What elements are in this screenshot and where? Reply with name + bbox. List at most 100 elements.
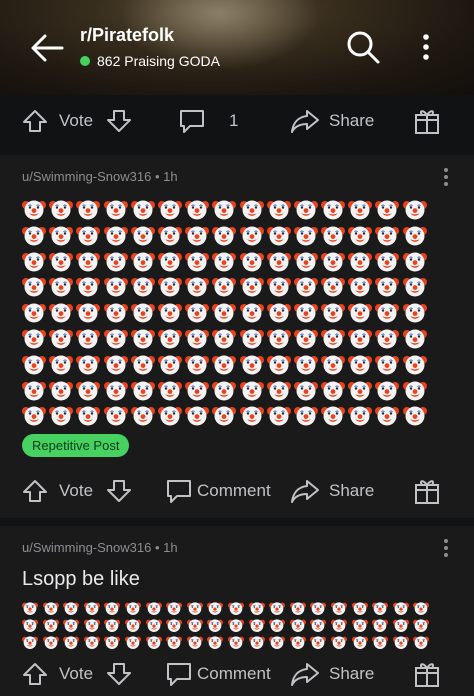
comment-icon — [165, 477, 193, 505]
clown-face-icon — [22, 378, 49, 404]
clown-face-icon — [402, 352, 430, 378]
post-flair[interactable]: Repetitive Post — [22, 434, 130, 457]
post-action-bar: Vote Comment Share — [0, 465, 474, 517]
clown-face-icon — [266, 197, 294, 223]
clown-face-icon — [103, 197, 131, 223]
award-button[interactable] — [414, 465, 440, 517]
clown-face-icon — [351, 617, 373, 634]
downvote-button[interactable] — [106, 465, 132, 517]
search-icon — [344, 28, 382, 66]
downvote-button[interactable] — [106, 95, 132, 147]
clown-face-icon — [266, 326, 294, 352]
share-label: Share — [329, 111, 375, 130]
clown-face-icon — [49, 197, 76, 223]
comment-button[interactable] — [165, 652, 193, 696]
clown-face-icon — [76, 274, 103, 300]
clown-face-icon — [185, 378, 212, 404]
clown-face-icon — [402, 223, 430, 249]
comment-button[interactable] — [165, 465, 193, 517]
clown-face-icon — [289, 617, 311, 634]
clown-face-icon — [63, 617, 84, 634]
clown-face-icon — [22, 352, 49, 378]
clown-face-icon — [22, 249, 49, 275]
upvote-button[interactable] — [22, 465, 48, 517]
share-button[interactable] — [290, 95, 320, 147]
clown-face-icon — [293, 378, 321, 404]
clown-face-icon — [185, 352, 212, 378]
comment-button[interactable] — [178, 95, 206, 147]
clown-face-icon — [185, 300, 212, 326]
clown-face-icon — [76, 249, 103, 275]
clown-face-icon — [266, 249, 294, 275]
clown-face-icon — [351, 600, 373, 617]
clown-face-icon — [293, 352, 321, 378]
award-icon — [414, 107, 440, 135]
clown-face-icon — [166, 634, 187, 651]
upvote-icon — [22, 478, 48, 504]
clown-face-icon — [22, 326, 49, 352]
clown-face-icon — [321, 403, 348, 429]
comment-label: Comment — [197, 664, 271, 683]
back-arrow-icon — [26, 28, 66, 68]
clown-face-icon — [130, 378, 158, 404]
clown-face-icon — [130, 249, 158, 275]
clown-face-icon — [157, 300, 185, 326]
clown-face-icon — [212, 300, 239, 326]
upvote-button[interactable] — [22, 652, 48, 696]
clown-face-icon — [293, 274, 321, 300]
clown-face-icon — [49, 403, 76, 429]
upvote-button[interactable] — [22, 95, 48, 147]
post-meta[interactable]: u/Swimming-Snow316 • 1h — [22, 540, 178, 555]
post-action-bar: Vote Comment Share — [0, 652, 474, 696]
downvote-button[interactable] — [106, 652, 132, 696]
more-options-button[interactable] — [416, 32, 436, 62]
clown-face-icon — [42, 600, 64, 617]
clown-face-icon — [348, 274, 375, 300]
clown-face-icon — [321, 223, 348, 249]
share-label: Share — [329, 481, 375, 500]
clown-face-icon — [375, 197, 402, 223]
clown-face-icon — [293, 300, 321, 326]
post-options-button[interactable] — [438, 538, 454, 558]
clown-face-icon — [83, 600, 105, 617]
more-vertical-icon — [416, 32, 436, 62]
clown-face-icon — [239, 378, 267, 404]
search-button[interactable] — [344, 28, 382, 66]
post-title[interactable]: Lsopp be like — [22, 568, 140, 591]
share-button[interactable] — [290, 652, 320, 696]
clown-face-icon — [22, 274, 49, 300]
clown-face-icon — [49, 352, 76, 378]
clown-face-icon — [293, 326, 321, 352]
share-button[interactable] — [290, 465, 320, 517]
award-button[interactable] — [414, 95, 440, 147]
post-card[interactable]: u/Swimming-Snow316 • 1h — [0, 155, 474, 518]
share-icon — [290, 660, 320, 688]
clown-face-icon — [76, 197, 103, 223]
clown-face-icon — [402, 197, 430, 223]
clown-face-icon — [145, 617, 167, 634]
clown-face-icon — [351, 634, 373, 651]
online-count: 862 Praising GODA — [80, 53, 220, 69]
clown-face-icon — [392, 600, 414, 617]
clown-face-icon — [310, 600, 331, 617]
clown-face-icon — [49, 274, 76, 300]
clown-face-icon — [157, 326, 185, 352]
clown-face-icon — [293, 197, 321, 223]
clown-face-icon — [348, 300, 375, 326]
clown-face-icon — [293, 403, 321, 429]
clown-face-icon — [348, 378, 375, 404]
subreddit-name[interactable]: r/Piratefolk — [80, 25, 174, 46]
clown-face-icon — [372, 617, 393, 634]
clown-face-icon — [372, 634, 393, 651]
award-button[interactable] — [414, 652, 440, 696]
clown-face-icon — [157, 197, 185, 223]
clown-face-icon — [289, 634, 311, 651]
clown-face-icon — [375, 223, 402, 249]
post-meta[interactable]: u/Swimming-Snow316 • 1h — [22, 169, 178, 184]
comment-label: Comment — [197, 481, 271, 500]
back-button[interactable] — [26, 28, 66, 68]
clown-face-icon — [212, 249, 239, 275]
post-options-button[interactable] — [438, 167, 454, 187]
clown-face-icon — [375, 352, 402, 378]
clown-face-icon — [413, 617, 434, 634]
